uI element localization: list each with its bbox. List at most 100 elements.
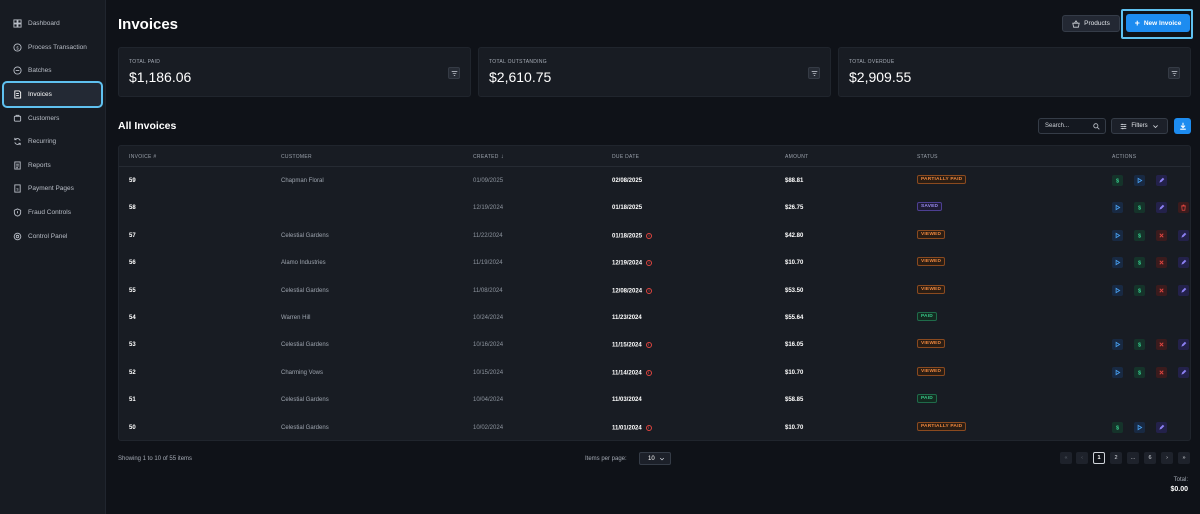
svg-text:$: $ [16, 187, 19, 192]
customer-name: Alamo Industries [281, 260, 326, 267]
edit-action-button[interactable] [1178, 366, 1189, 378]
play-action-button[interactable] [1134, 421, 1145, 433]
download-icon [1179, 122, 1186, 130]
col-customer[interactable]: CUSTOMER [281, 154, 312, 160]
amount: $53.50 [785, 287, 804, 294]
sidebar-item-process-transaction[interactable]: $ Process Transaction [4, 36, 101, 60]
invoice-number[interactable]: 50 [129, 425, 136, 431]
x-action-button[interactable] [1156, 366, 1167, 378]
sidebar-item-batches[interactable]: Batches [4, 59, 101, 83]
dollar-action-button[interactable]: $ [1112, 175, 1123, 186]
edit-action-button[interactable] [1156, 202, 1167, 214]
delete-action-button[interactable] [1178, 202, 1189, 214]
table-row[interactable]: 55 Celestial Gardens 11/08/2024 12/08/2024!… [119, 277, 1190, 304]
sidebar-item-customers[interactable]: Customers [4, 106, 101, 130]
dollar-action-button[interactable]: $ [1134, 257, 1145, 269]
sidebar-item-recurring[interactable]: Recurring [4, 130, 101, 154]
table-row[interactable]: 56 Alamo Industries 11/19/2024 12/19/2024! $… [119, 249, 1190, 276]
summary-value: $2,610.75 [489, 69, 552, 85]
edit-action-button[interactable] [1178, 339, 1189, 351]
status-badge: SAVED [917, 202, 943, 212]
edit-action-button[interactable] [1178, 229, 1189, 241]
play-action-button[interactable] [1112, 202, 1123, 214]
table-row[interactable]: 52 Charming Vows 10/15/2024 11/14/2024! $10.… [119, 359, 1190, 386]
x-action-button[interactable] [1156, 229, 1167, 241]
x-action-button[interactable] [1156, 257, 1167, 269]
play-action-button[interactable] [1112, 257, 1123, 269]
page-button-6[interactable]: 6 [1144, 452, 1156, 464]
items-per-page-select[interactable]: 10 [639, 452, 671, 465]
invoice-number[interactable]: 58 [129, 205, 136, 211]
edit-action-button[interactable] [1178, 257, 1189, 269]
x-action-button[interactable] [1156, 339, 1167, 351]
summary-value: $1,186.06 [129, 69, 192, 85]
table-row[interactable]: 53 Celestial Gardens 10/16/2024 11/15/2024!… [119, 331, 1190, 358]
col-amount[interactable]: AMOUNT [785, 154, 808, 160]
amount: $42.80 [785, 232, 804, 239]
search-placeholder: Search... [1045, 123, 1070, 129]
col-created[interactable]: CREATED ↓ [473, 154, 504, 160]
play-action-button[interactable] [1112, 229, 1123, 241]
table-row[interactable]: 58 12/19/2024 01/18/2025 $26.75 SAVED $ [119, 194, 1190, 221]
new-invoice-button[interactable]: + New Invoice [1126, 14, 1190, 32]
col-due[interactable]: DUE DATE [612, 154, 639, 160]
table-row[interactable]: 54 Warren Hill 10/24/2024 11/23/2024 $55.64 P… [119, 304, 1190, 331]
overdue-warning-icon: ! [645, 369, 652, 376]
amount: $10.70 [785, 424, 804, 431]
summary-filter-button[interactable] [808, 67, 820, 79]
dollar-action-button[interactable]: $ [1134, 339, 1145, 351]
sidebar-item-dashboard[interactable]: Dashboard [4, 12, 101, 36]
prev-page-button[interactable]: ‹ [1076, 452, 1088, 464]
dollar-action-button[interactable]: $ [1134, 366, 1145, 378]
play-action-button[interactable] [1112, 284, 1123, 296]
invoice-number[interactable]: 53 [129, 342, 136, 348]
first-page-button[interactable]: « [1060, 452, 1072, 464]
dollar-action-button[interactable]: $ [1134, 202, 1145, 214]
col-invoice[interactable]: INVOICE # [129, 154, 156, 160]
summary-filter-button[interactable] [448, 67, 460, 79]
invoice-number[interactable]: 59 [129, 178, 136, 184]
edit-action-button[interactable] [1156, 421, 1167, 433]
page-button-1[interactable]: 1 [1093, 452, 1105, 464]
sidebar-item-payment-pages[interactable]: $ Payment Pages [4, 177, 101, 201]
sidebar-item-control-panel[interactable]: Control Panel [4, 224, 101, 248]
play-action-button[interactable] [1112, 366, 1123, 378]
invoice-number[interactable]: 56 [129, 260, 136, 266]
dollar-action-button[interactable]: $ [1134, 284, 1145, 296]
download-button[interactable] [1174, 118, 1191, 134]
sidebar-item-label: Process Transaction [28, 43, 87, 51]
summary-label: TOTAL OUTSTANDING [489, 59, 547, 65]
table-row[interactable]: 57 Celestial Gardens 11/22/2024 01/18/2025!… [119, 222, 1190, 249]
page-button-2[interactable]: 2 [1110, 452, 1122, 464]
table-row[interactable]: 50 Celestial Gardens 10/02/2024 11/01/2024!… [119, 414, 1190, 441]
col-status[interactable]: STATUS [917, 154, 938, 160]
summary-filter-button[interactable] [1168, 67, 1180, 79]
sidebar-item-invoices[interactable]: Invoices [2, 80, 103, 109]
invoice-number[interactable]: 57 [129, 233, 136, 239]
invoice-number[interactable]: 52 [129, 370, 136, 376]
created-date: 11/08/2024 [473, 287, 503, 294]
due-date-value: 11/03/2024 [612, 397, 642, 404]
summary-label: TOTAL PAID [129, 59, 161, 65]
due-date-value: 12/19/2024 [612, 260, 643, 267]
play-action-button[interactable] [1134, 175, 1145, 186]
invoice-number[interactable]: 54 [129, 315, 136, 321]
filters-button[interactable]: Filters [1111, 118, 1168, 134]
edit-action-button[interactable] [1156, 175, 1167, 186]
dollar-action-button[interactable]: $ [1134, 229, 1145, 241]
search-input[interactable]: Search... [1038, 118, 1106, 134]
edit-action-button[interactable] [1178, 284, 1189, 296]
play-action-button[interactable] [1112, 339, 1123, 351]
x-action-button[interactable] [1156, 284, 1167, 296]
sidebar-item-reports[interactable]: Reports [4, 154, 101, 178]
invoice-number[interactable]: 51 [129, 397, 136, 403]
next-page-button[interactable]: › [1161, 452, 1173, 464]
last-page-button[interactable]: » [1178, 452, 1190, 464]
invoice-number[interactable]: 55 [129, 288, 136, 294]
products-button[interactable]: Products [1062, 15, 1120, 32]
sidebar-item-fraud-controls[interactable]: Fraud Controls [4, 201, 101, 225]
table-row[interactable]: 51 Celestial Gardens 10/04/2024 11/03/2024 $… [119, 386, 1190, 413]
table-row[interactable]: 59 Chapman Floral 01/09/2025 02/08/2025 $88.… [119, 167, 1190, 194]
dollar-action-button[interactable]: $ [1112, 421, 1123, 433]
due-date: 11/23/2024 [612, 315, 642, 321]
